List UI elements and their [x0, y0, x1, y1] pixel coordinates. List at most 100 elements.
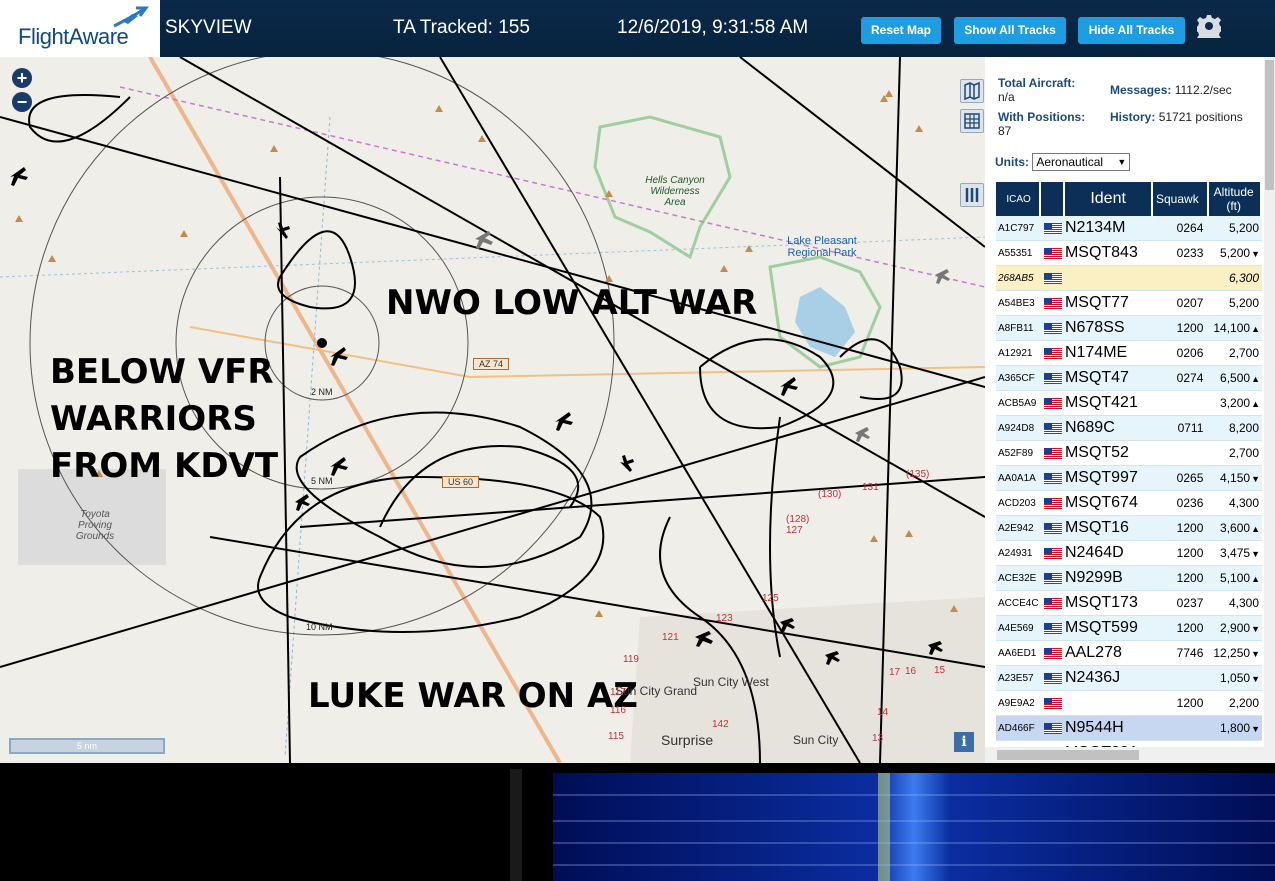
- reset-map-button[interactable]: Reset Map: [861, 17, 941, 44]
- us-flag-icon: [1044, 447, 1062, 459]
- col-flag[interactable]: [1041, 182, 1065, 216]
- road-number: 116: [610, 705, 626, 716]
- altitude-value: 4,300: [1228, 596, 1259, 610]
- table-row[interactable]: AA6ED1 AAL278 7746 12,250▼: [996, 641, 1262, 666]
- cell-icao: A365CF: [996, 366, 1042, 391]
- cell-ident: MSQT52: [1064, 441, 1154, 466]
- cell-flag: [1041, 516, 1065, 541]
- flightaware-logo[interactable]: FlightAware: [0, 0, 160, 57]
- cell-altitude: 3,200▲: [1209, 391, 1262, 416]
- cell-ident: MSQT421: [1064, 391, 1154, 416]
- place-lake-pleasant: Lake Pleasant Regional Park: [787, 235, 857, 259]
- cell-ident: [1064, 691, 1154, 716]
- table-row[interactable]: 268AB5 6,300: [996, 266, 1262, 291]
- col-icao[interactable]: ICAO: [996, 182, 1042, 216]
- place-sun-city-west: Sun City West: [693, 675, 769, 689]
- table-row[interactable]: A924D8 N689C 0711 8,200: [996, 416, 1262, 441]
- table-row[interactable]: A4E569 MSQT599 1200 2,900▼: [996, 616, 1262, 641]
- altitude-value: 2,900: [1220, 621, 1251, 635]
- us-flag-icon: [1044, 522, 1062, 534]
- panel-divider[interactable]: [510, 769, 522, 881]
- cell-ident: N689C: [1064, 416, 1154, 441]
- table-row[interactable]: A52F89 MSQT52 2,700: [996, 441, 1262, 466]
- col-squawk[interactable]: Squawk: [1153, 182, 1210, 216]
- grid-icon[interactable]: [960, 109, 984, 133]
- cell-squawk: 0265: [1153, 466, 1210, 491]
- cell-ident: MSQT674: [1064, 491, 1154, 516]
- us-flag-icon: [1044, 322, 1062, 334]
- cell-altitude: 4,300: [1209, 591, 1262, 616]
- table-row[interactable]: A2E942 MSQT16 1200 3,600▲: [996, 516, 1262, 541]
- road-number: (128): [786, 514, 810, 525]
- col-altitude[interactable]: Altitude (ft): [1209, 182, 1262, 216]
- horizontal-scrollbar[interactable]: [985, 747, 1264, 763]
- units-label: Units:: [995, 155, 1029, 169]
- table-row[interactable]: A23E57 N2436J 1,050▼: [996, 666, 1262, 691]
- vertical-scrollbar[interactable]: [1264, 57, 1275, 763]
- altitude-trend-icon: ▼: [1251, 549, 1260, 559]
- hide-all-tracks-button[interactable]: Hide All Tracks: [1078, 17, 1185, 44]
- cell-flag: [1041, 266, 1065, 291]
- cell-altitude: 6,500▲: [1209, 366, 1262, 391]
- cell-icao: A23E57: [996, 666, 1042, 691]
- show-all-tracks-button[interactable]: Show All Tracks: [954, 17, 1066, 44]
- scrollbar-thumb[interactable]: [1265, 60, 1274, 190]
- stat-total-aircraft: Total Aircraft: n/a: [998, 76, 1075, 104]
- place-hells-canyon: Hells Canyon Wilderness Area: [645, 175, 705, 208]
- map-layers-icon[interactable]: [960, 79, 984, 103]
- cell-altitude: 4,300: [1209, 491, 1262, 516]
- altitude-trend-icon: ▲: [1251, 574, 1260, 584]
- zoom-out-icon[interactable]: −: [12, 92, 32, 112]
- cell-squawk: 1200: [1153, 516, 1210, 541]
- table-row[interactable]: AD466F N9544H 1,800▼: [996, 716, 1262, 741]
- stat-with-positions: With Positions: 87: [998, 110, 1085, 138]
- altitude-trend-icon: ▼: [1251, 474, 1260, 484]
- table-row[interactable]: A24931 N2464D 1200 3,475▼: [996, 541, 1262, 566]
- zoom-in-icon[interactable]: +: [12, 68, 32, 88]
- scrollbar-thumb[interactable]: [997, 750, 1139, 760]
- cell-squawk: 0207: [1153, 291, 1210, 316]
- ring-label-5nm: 5 NM: [311, 476, 333, 486]
- cell-icao: A8FB11: [996, 316, 1042, 341]
- info-icon[interactable]: i: [954, 732, 974, 752]
- cell-icao: A4E569: [996, 616, 1042, 641]
- cell-flag: [1041, 241, 1065, 266]
- cell-flag: [1041, 491, 1065, 516]
- road-number: 125: [762, 593, 779, 604]
- cell-altitude: 4,150▼: [1209, 466, 1262, 491]
- cell-flag: [1041, 291, 1065, 316]
- app-header: FlightAware SKYVIEW TA Tracked: 155 12/6…: [0, 0, 1275, 57]
- col-ident[interactable]: Ident: [1064, 182, 1154, 216]
- table-row[interactable]: ACE32E N9299B 1200 5,100▲: [996, 566, 1262, 591]
- units-select[interactable]: Aeronautical ▼: [1032, 153, 1131, 171]
- map-view[interactable]: + − NWO LOW ALT WAR BELOW VFR WARRIORS F…: [0, 57, 985, 763]
- cell-altitude: 5,100▲: [1209, 566, 1262, 591]
- place-sun-city-grand: Sun City Grand: [615, 684, 698, 698]
- table-row[interactable]: A1C797 N2134M 0264 5,200: [996, 216, 1262, 241]
- cell-altitude: 2,700: [1209, 341, 1262, 366]
- table-row[interactable]: A8FB11 N678SS 1200 14,100▲: [996, 316, 1262, 341]
- cell-ident: N9299B: [1064, 566, 1154, 591]
- table-row[interactable]: A12921 N174ME 0206 2,700: [996, 341, 1262, 366]
- table-row[interactable]: A55351 MSQT843 0233 5,200▼: [996, 241, 1262, 266]
- road-number: 14: [877, 707, 889, 718]
- gear-icon[interactable]: [1197, 14, 1221, 38]
- table-row[interactable]: A9E9A2 1200 2,200: [996, 691, 1262, 716]
- table-row[interactable]: A365CF MSQT47 0274 6,500▲: [996, 366, 1262, 391]
- us-flag-icon: [1044, 572, 1062, 584]
- table-row[interactable]: ACB5A9 MSQT421 3,200▲: [996, 391, 1262, 416]
- altitude-value: 3,200: [1220, 396, 1251, 410]
- cell-ident: MSQT599: [1064, 616, 1154, 641]
- cell-icao: A2E942: [996, 516, 1042, 541]
- table-row[interactable]: AA0A1A MSQT997 0265 4,150▼: [996, 466, 1262, 491]
- columns-icon[interactable]: [960, 183, 984, 207]
- cell-ident: AAL278: [1064, 641, 1154, 666]
- cell-altitude: 2,700: [1209, 441, 1262, 466]
- overlay-label-luke: LUKE WAR ON AZ: [308, 676, 638, 716]
- overlay-label-nwo: NWO LOW ALT WAR: [386, 283, 758, 323]
- table-row[interactable]: ACD203 MSQT674 0236 4,300: [996, 491, 1262, 516]
- road-number: 119: [623, 654, 639, 665]
- table-row[interactable]: ACCE4C MSQT173 0237 4,300: [996, 591, 1262, 616]
- cell-icao: ACD203: [996, 491, 1042, 516]
- table-row[interactable]: A54BE3 MSQT77 0207 5,200: [996, 291, 1262, 316]
